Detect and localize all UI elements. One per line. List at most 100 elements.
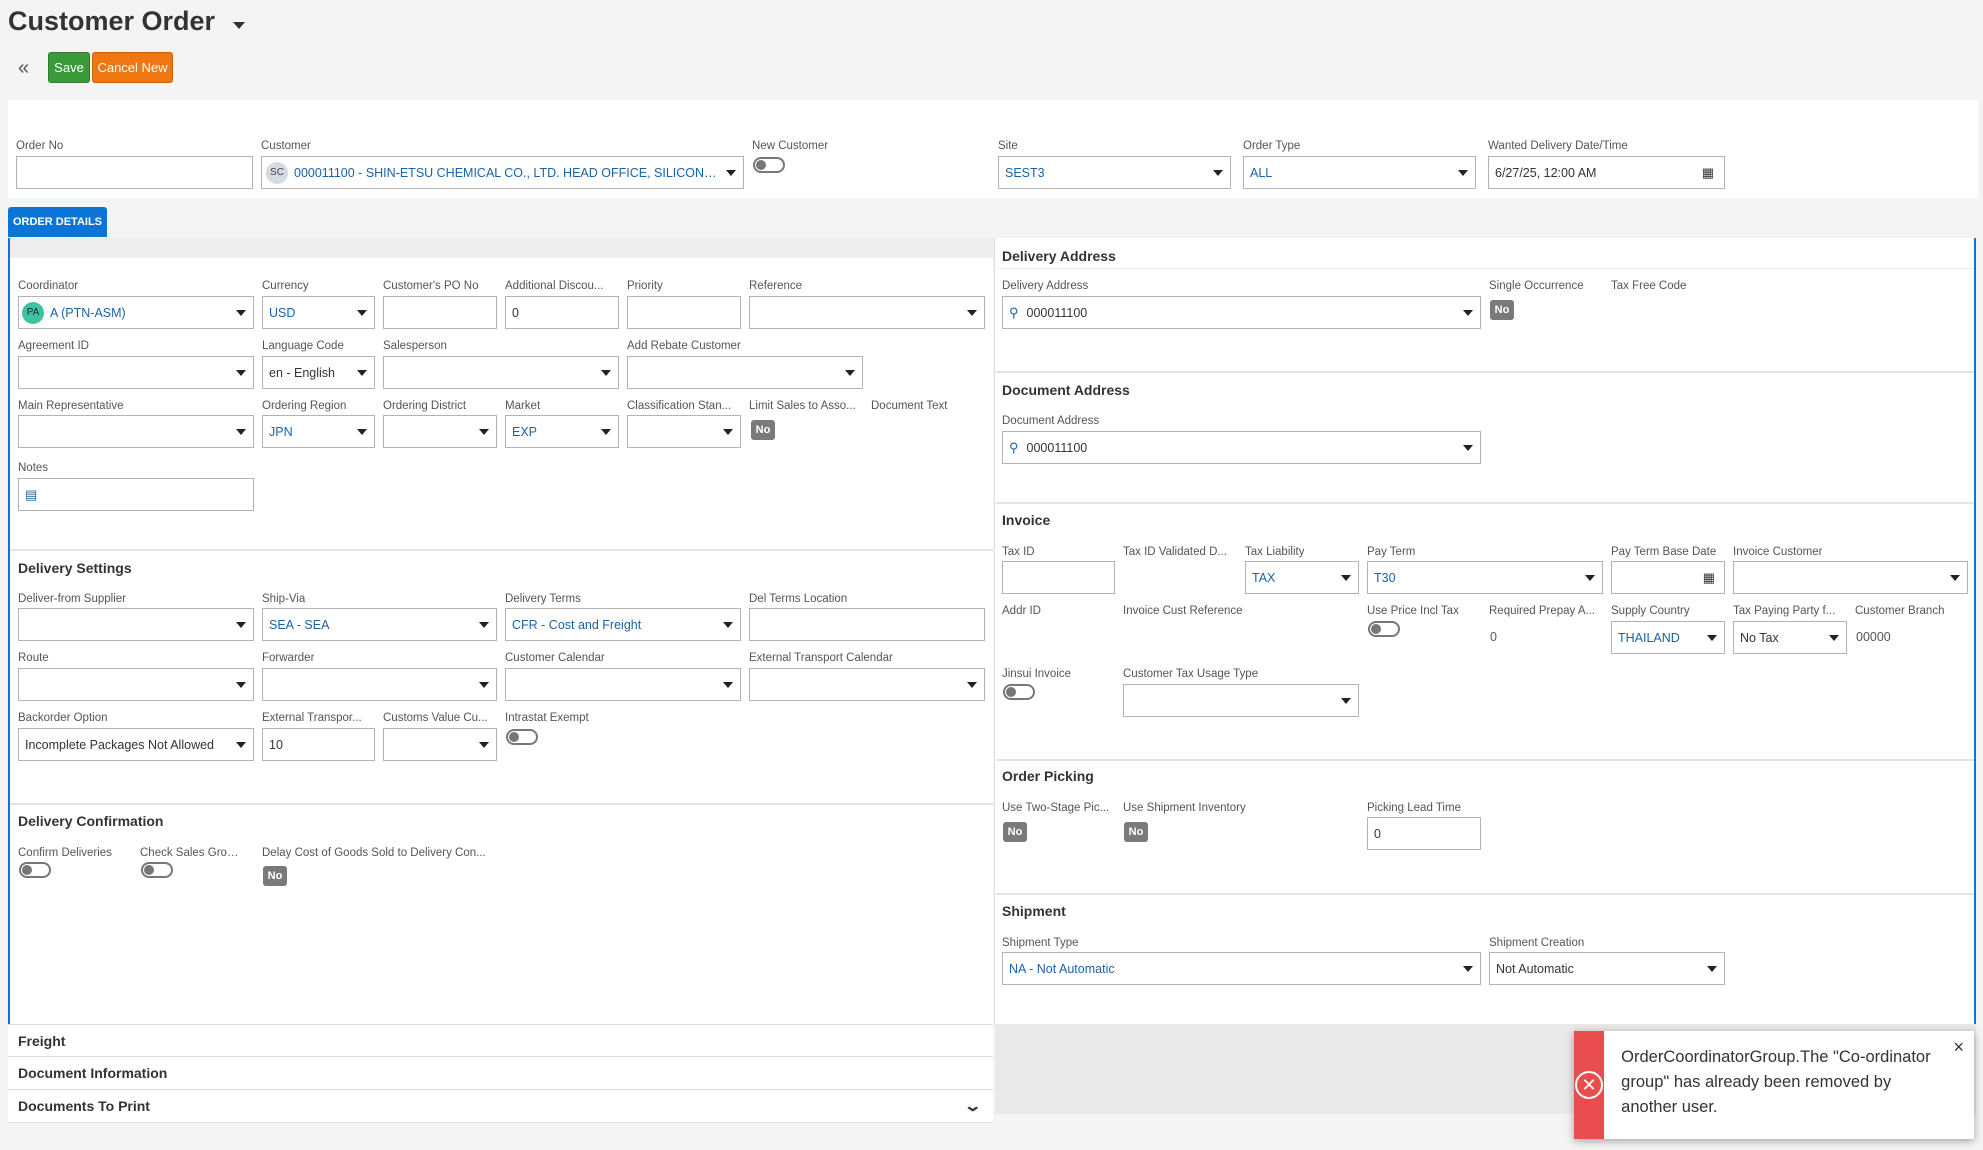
document-address-select[interactable]: ⚲ 000011100 xyxy=(1002,431,1481,464)
intrastat-exempt-toggle[interactable] xyxy=(506,729,538,745)
chevron-down-icon xyxy=(967,682,977,688)
save-button[interactable]: Save xyxy=(48,52,90,83)
order-no-input[interactable] xyxy=(16,156,253,189)
site-select[interactable]: SEST3 xyxy=(998,156,1231,189)
collapse-double-chevron-icon[interactable]: « xyxy=(18,58,29,78)
priority-input[interactable] xyxy=(627,296,741,329)
confirm-deliveries-toggle[interactable] xyxy=(19,862,51,878)
coordinator-avatar: PA xyxy=(22,301,44,324)
route-select[interactable] xyxy=(18,668,254,701)
backorder-option-select[interactable]: Incomplete Packages Not Allowed xyxy=(18,728,254,761)
wanted-delivery-input[interactable]: 6/27/25, 12:00 AM ▦ xyxy=(1488,156,1725,189)
title-dropdown-icon[interactable] xyxy=(233,22,245,29)
limit-sales-label: Limit Sales to Asso... xyxy=(749,400,856,412)
shipment-type-select[interactable]: NA - Not Automatic xyxy=(1002,952,1481,985)
new-customer-toggle[interactable] xyxy=(753,157,785,173)
left-top-strip xyxy=(10,238,993,258)
delivery-address-label: Delivery Address xyxy=(1002,280,1089,292)
check-sales-group-toggle[interactable] xyxy=(141,862,173,878)
reference-select[interactable] xyxy=(749,296,985,329)
tax-id-input[interactable] xyxy=(1002,561,1115,594)
chevron-down-icon xyxy=(1213,170,1223,176)
customer-po-input[interactable] xyxy=(383,296,497,329)
main-representative-select[interactable] xyxy=(18,415,254,448)
delivery-address-select[interactable]: ⚲ 000011100 xyxy=(1002,296,1481,329)
single-occurrence-badge[interactable]: No xyxy=(1490,300,1514,320)
supply-country-select[interactable]: THAILAND xyxy=(1611,621,1725,654)
chevron-down-icon[interactable]: ⌄ xyxy=(963,1096,982,1116)
tab-order-details[interactable]: ORDER DETAILS xyxy=(8,207,107,237)
shipment-inventory-badge[interactable]: No xyxy=(1124,822,1148,842)
additional-discount-input[interactable]: 0 xyxy=(505,296,619,329)
supply-country-label: Supply Country xyxy=(1611,605,1690,617)
tax-paying-party-select[interactable]: No Tax xyxy=(1733,621,1847,654)
customer-po-label: Customer's PO No xyxy=(383,280,479,292)
route-label: Route xyxy=(18,652,49,664)
delivery-terms-select[interactable]: CFR - Cost and Freight xyxy=(505,608,741,641)
invoice-customer-select[interactable] xyxy=(1733,561,1968,594)
notes-input[interactable]: ▤ xyxy=(18,478,254,511)
chevron-down-icon xyxy=(723,622,733,628)
use-price-incl-tax-toggle[interactable] xyxy=(1368,621,1400,637)
chevron-down-icon xyxy=(236,742,246,748)
customer-select[interactable]: SC 000011100 - SHIN-ETSU CHEMICAL CO., L… xyxy=(261,156,744,189)
picking-lead-time-input[interactable]: 0 xyxy=(1367,817,1481,850)
location-pin-icon: ⚲ xyxy=(1009,304,1019,320)
accordion-documents-to-print[interactable]: Documents To Print ⌄ xyxy=(8,1090,993,1123)
delivery-address-title: Delivery Address xyxy=(1002,248,1116,264)
document-address-label: Document Address xyxy=(1002,415,1100,427)
toast-message: OrderCoordinatorGroup.The "Co-ordinator … xyxy=(1621,1048,1931,1116)
divider xyxy=(996,759,1974,761)
delivery-terms-label: Delivery Terms xyxy=(505,593,581,605)
shipment-creation-select[interactable]: Not Automatic xyxy=(1489,952,1725,985)
order-picking-title: Order Picking xyxy=(1002,768,1094,784)
ship-via-select[interactable]: SEA - SEA xyxy=(262,608,497,641)
shipment-inventory-label: Use Shipment Inventory xyxy=(1123,802,1246,814)
two-stage-badge[interactable]: No xyxy=(1003,822,1027,842)
language-code-value: en - English xyxy=(269,365,336,380)
order-no-label: Order No xyxy=(16,140,64,152)
forwarder-select[interactable] xyxy=(262,668,497,701)
pay-term-base-date-input[interactable]: ▦ xyxy=(1611,561,1725,594)
market-select[interactable]: EXP xyxy=(505,415,619,448)
customer-tax-usage-select[interactable] xyxy=(1123,684,1359,717)
order-type-select[interactable]: ALL xyxy=(1243,156,1476,189)
agreement-id-select[interactable] xyxy=(18,356,254,389)
accordion-document-information[interactable]: Document Information xyxy=(8,1057,993,1090)
classification-select[interactable] xyxy=(627,415,741,448)
salesperson-select[interactable] xyxy=(383,356,619,389)
ordering-region-select[interactable]: JPN xyxy=(262,415,375,448)
calendar-icon[interactable]: ▦ xyxy=(1703,570,1715,586)
chevron-down-icon xyxy=(236,370,246,376)
ordering-district-select[interactable] xyxy=(383,415,497,448)
external-transport-input[interactable]: 10 xyxy=(262,728,375,761)
tax-id-label: Tax ID xyxy=(1002,546,1035,558)
customs-value-select[interactable] xyxy=(383,728,497,761)
add-rebate-customer-label: Add Rebate Customer xyxy=(627,340,741,352)
chevron-down-icon xyxy=(726,170,736,176)
pay-term-select[interactable]: T30 xyxy=(1367,561,1603,594)
delay-cost-badge[interactable]: No xyxy=(263,866,287,886)
close-icon[interactable]: × xyxy=(1953,1037,1964,1058)
required-prepay-label: Required Prepay A... xyxy=(1489,605,1596,617)
jinsui-invoice-toggle[interactable] xyxy=(1003,684,1035,700)
external-transport-calendar-select[interactable] xyxy=(749,668,985,701)
del-terms-location-input[interactable] xyxy=(749,608,985,641)
error-toast: ✕ OrderCoordinatorGroup.The "Co-ordinato… xyxy=(1574,1031,1974,1139)
chevron-down-icon xyxy=(357,370,367,376)
cancel-new-button[interactable]: Cancel New xyxy=(92,52,173,83)
add-rebate-customer-select[interactable] xyxy=(627,356,863,389)
coordinator-select[interactable]: PA A (PTN-ASM) xyxy=(18,296,254,329)
accordion-freight[interactable]: Freight xyxy=(8,1024,993,1057)
chevron-down-icon xyxy=(479,622,489,628)
deliver-from-supplier-select[interactable] xyxy=(18,608,254,641)
limit-sales-badge[interactable]: No xyxy=(751,420,775,440)
tax-liability-select[interactable]: TAX xyxy=(1245,561,1359,594)
calendar-icon[interactable]: ▦ xyxy=(1702,165,1714,181)
document-address-title: Document Address xyxy=(1002,382,1130,398)
language-code-select[interactable]: en - English xyxy=(262,356,375,389)
panel-divider xyxy=(994,238,995,1024)
customer-calendar-select[interactable] xyxy=(505,668,741,701)
currency-select[interactable]: USD xyxy=(262,296,375,329)
chevron-down-icon xyxy=(1463,310,1473,316)
